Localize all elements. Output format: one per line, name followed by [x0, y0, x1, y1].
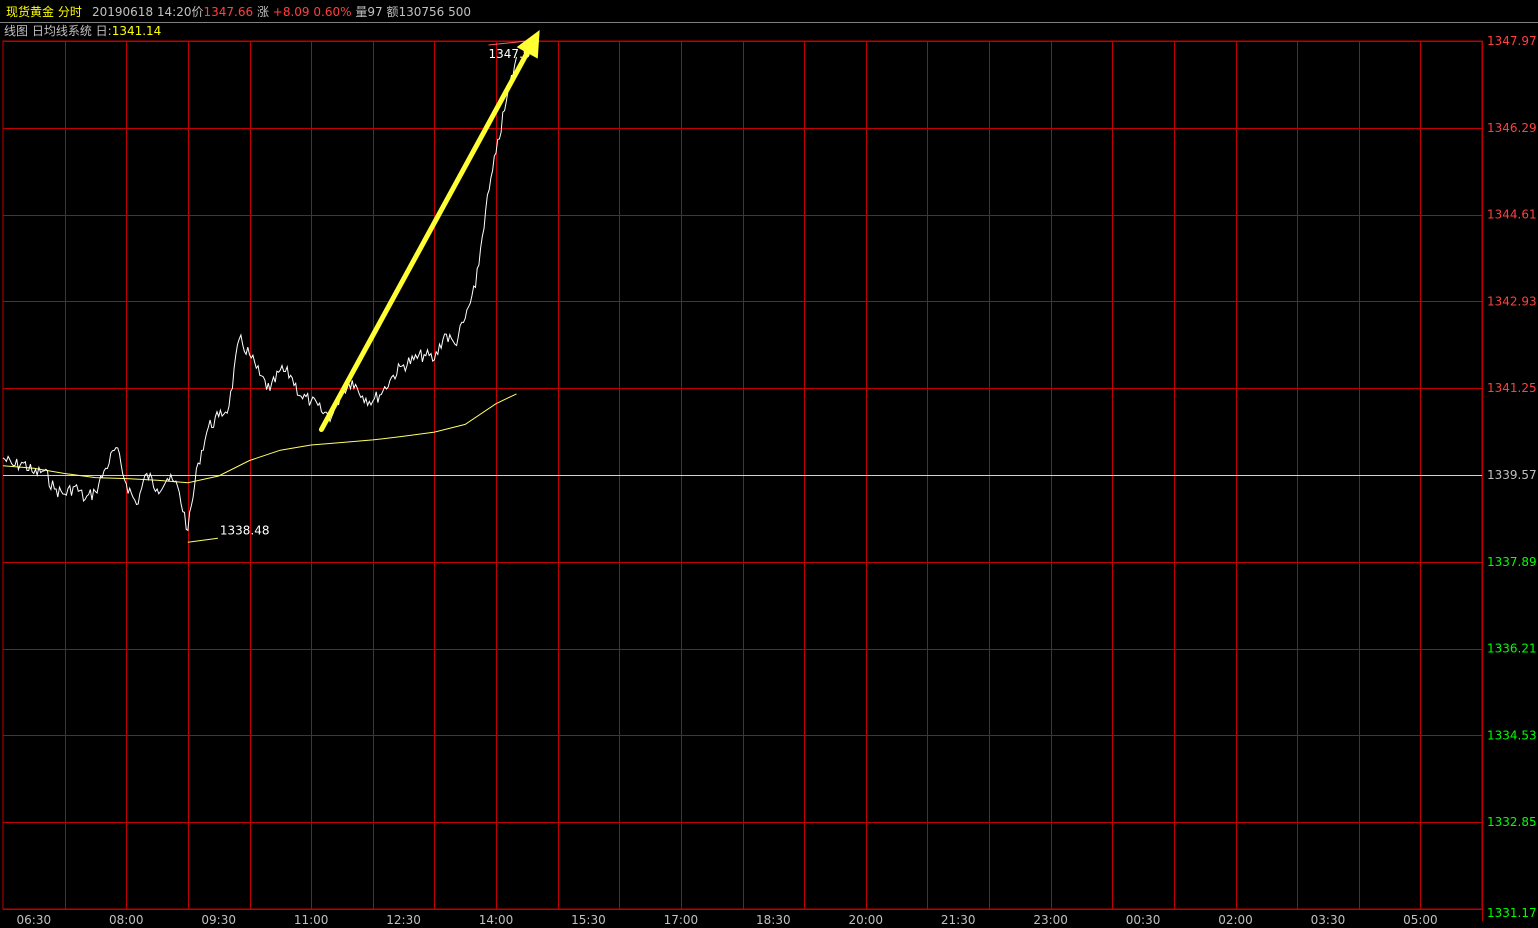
y-tick-label: 1339.57	[1487, 468, 1537, 482]
header-instrument: 现货黄金 分时	[6, 4, 82, 19]
x-tick-label: 03:30	[1311, 913, 1346, 927]
low-marker-line	[187, 537, 218, 543]
y-tick-label: 1341.25	[1487, 381, 1537, 395]
subheader: 线图 日均线系统 日:1341.14	[4, 24, 161, 38]
x-tick-label: 20:00	[848, 913, 883, 927]
x-tick-label: 05:00	[1403, 913, 1438, 927]
y-tick-label: 1332.85	[1487, 815, 1537, 829]
time-axis: 06:30 08:00 09:30 11:00 12:30 14:00 15:30 17:00…	[17, 913, 1438, 927]
x-tick-label: 00:30	[1126, 913, 1161, 927]
x-tick-label: 18:30	[756, 913, 791, 927]
x-tick-label: 12:30	[386, 913, 421, 927]
x-tick-label: 17:00	[664, 913, 699, 927]
x-tick-label: 11:00	[294, 913, 329, 927]
y-tick-label: 1342.93	[1487, 294, 1537, 308]
x-tick-label: 15:30	[571, 913, 606, 927]
header-quote: 20190618 14:20价1347.66 涨 +8.09 0.60% 量97…	[92, 4, 471, 19]
x-tick-label: 23:00	[1033, 913, 1068, 927]
price-axis: 1347.97 1346.29 1344.61 1342.93 1341.25 1339.…	[1487, 34, 1537, 920]
y-tick-label: 1347.97	[1487, 34, 1537, 48]
intraday-chart[interactable]: 现货黄金 分时 20190618 14:20价1347.66 涨 +8.09 0…	[0, 0, 1538, 928]
average-price-line	[2, 393, 517, 484]
x-tick-label: 06:30	[17, 913, 52, 927]
x-tick-label: 08:00	[109, 913, 144, 927]
y-tick-label: 1337.89	[1487, 555, 1537, 569]
y-tick-label: 1334.53	[1487, 728, 1537, 742]
y-tick-label: 1346.29	[1487, 121, 1537, 135]
y-tick-label: 1336.21	[1487, 642, 1537, 656]
low-price-label: 1338.48	[220, 523, 270, 537]
x-tick-label: 09:30	[201, 913, 236, 927]
x-tick-label: 02:00	[1218, 913, 1253, 927]
price-line	[2, 56, 517, 532]
chart-grid	[2, 40, 1483, 921]
y-tick-label: 1344.61	[1487, 208, 1537, 222]
x-tick-label: 14:00	[479, 913, 514, 927]
x-tick-label: 21:30	[941, 913, 976, 927]
y-tick-label: 1331.17	[1487, 906, 1537, 920]
